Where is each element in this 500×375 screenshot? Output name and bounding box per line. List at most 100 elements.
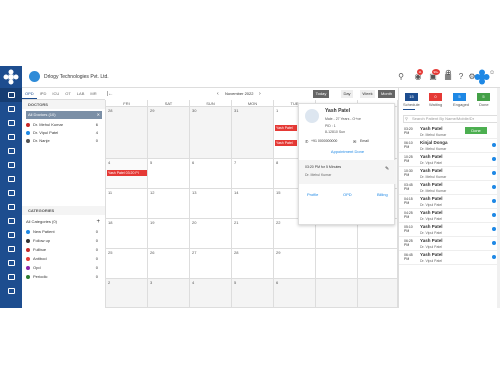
clear-icon[interactable]: ✕ [97, 111, 100, 119]
appointment-row[interactable]: 05:10 PM Yash Patel Dr. Vipul Patel [399, 223, 500, 237]
today-button[interactable]: Today [313, 90, 329, 98]
app-logo[interactable] [0, 66, 22, 88]
category-filter[interactable]: All Categories (0) + [26, 218, 102, 226]
month-view-button[interactable]: Month [378, 90, 395, 98]
nav-lock-icon[interactable] [0, 284, 22, 298]
tab-ot[interactable]: OT [62, 88, 74, 99]
day-cell[interactable]: 5 [232, 279, 274, 308]
day-cell[interactable]: 13 [190, 189, 232, 219]
day-cell[interactable]: 4 [190, 279, 232, 308]
appointment-row[interactable]: 04:25 PM Yash Patel Dr. Vipul Patel [399, 209, 500, 223]
add-appointment-icon[interactable]: ⊕ [445, 68, 452, 77]
day-cell[interactable]: 12 [148, 189, 190, 219]
tab-lab[interactable]: LAB [74, 88, 88, 99]
edit-icon[interactable]: ✎ [385, 166, 389, 172]
nav-patients-icon[interactable] [0, 102, 22, 116]
nav-inventory-icon[interactable] [0, 214, 22, 228]
doctor-item[interactable]: Dr. Vipul Patel 4 [26, 129, 102, 137]
appointment-row[interactable]: 06:10 PM Kinjal Donga Dr. Mehul Kumar [399, 139, 500, 153]
tab-mr[interactable]: MR [87, 88, 99, 99]
info-icon[interactable] [492, 157, 496, 161]
info-icon[interactable] [492, 255, 496, 259]
doctor-filter[interactable]: All Doctors (10) ✕ [26, 111, 102, 119]
day-cell[interactable]: 20 [190, 219, 232, 249]
info-icon[interactable] [492, 143, 496, 147]
day-cell[interactable]: 19 [148, 219, 190, 249]
nav-edit-icon[interactable] [0, 242, 22, 256]
day-cell[interactable]: 31 [232, 107, 274, 159]
opd-link[interactable]: OPD [343, 192, 352, 197]
done-button[interactable]: Done [465, 127, 487, 134]
patient-search-input[interactable]: Search Patient By Name/Mobile/Dr [403, 115, 498, 123]
appointment-row[interactable]: 03:45 PM Yash Patel Dr. Mehul Kumar [399, 181, 500, 195]
nav-users-icon[interactable] [0, 158, 22, 172]
tab-icu[interactable]: ICU [49, 88, 62, 99]
day-cell[interactable]: 30 [190, 107, 232, 159]
schedule-count[interactable]: 15 [405, 93, 418, 101]
search-icon[interactable]: ⚲ [396, 72, 406, 82]
info-icon[interactable] [492, 171, 496, 175]
user-avatar[interactable] [474, 69, 490, 85]
nav-billing-icon[interactable] [0, 172, 22, 186]
profile-link[interactable]: Profile [307, 192, 318, 197]
day-cell[interactable]: 2 [106, 279, 148, 308]
day-cell[interactable]: 28 [106, 107, 148, 159]
day-cell[interactable]: 26 [148, 249, 190, 279]
nav-pharmacy-icon[interactable] [0, 186, 22, 200]
nav-reports-icon[interactable] [0, 144, 22, 158]
prev-month-icon[interactable]: ‹ [217, 88, 219, 100]
info-icon[interactable] [492, 199, 496, 203]
category-item[interactable]: Antibod 0 [26, 255, 102, 263]
collapse-panel-icon[interactable]: |← [107, 88, 113, 100]
billing-link[interactable]: Billing [377, 192, 388, 197]
category-item[interactable]: New Patient 0 [26, 228, 102, 236]
day-cell[interactable] [358, 249, 398, 279]
day-cell[interactable] [316, 249, 358, 279]
event-chip[interactable]: Yash Patel [275, 140, 297, 146]
day-cell[interactable]: 29 [148, 107, 190, 159]
info-icon[interactable] [492, 213, 496, 217]
tab-ipd[interactable]: IPD [37, 88, 50, 99]
appointment-row[interactable]: 10:30 PM Yash Patel Dr. Mehul Kumar [399, 167, 500, 181]
day-cell[interactable]: 11 [106, 189, 148, 219]
doctor-item[interactable]: Dr. Mehul Kumar 6 [26, 121, 102, 129]
engaged-count[interactable]: 5 [453, 93, 466, 101]
add-category-icon[interactable]: + [96, 218, 100, 226]
info-icon[interactable] [492, 185, 496, 189]
day-cell[interactable]: 25 [106, 249, 148, 279]
nav-analytics-icon[interactable] [0, 270, 22, 284]
appointment-row[interactable]: 03:20 PM Yash Patel Dr. Mehul Kumar Done [399, 125, 500, 139]
day-cell[interactable]: 6 [274, 279, 316, 308]
nav-appointments-icon[interactable] [0, 116, 22, 130]
day-cell[interactable] [358, 279, 398, 308]
day-cell[interactable]: 7 [232, 159, 274, 189]
done-count[interactable]: 5 [477, 93, 490, 101]
appointment-row[interactable]: 10:25 PM Yash Patel Dr. Vipul Patel [399, 153, 500, 167]
nav-lab-icon[interactable] [0, 200, 22, 214]
day-cell[interactable]: 6 [190, 159, 232, 189]
add-user-icon[interactable]: ☺ [489, 70, 495, 76]
day-cell[interactable]: 5 [148, 159, 190, 189]
tab-opd[interactable]: OPD [22, 88, 37, 99]
day-cell[interactable]: 28 [232, 249, 274, 279]
help-icon[interactable]: ? [456, 72, 466, 82]
next-month-icon[interactable]: › [259, 88, 261, 100]
day-cell[interactable]: 21 [232, 219, 274, 249]
info-icon[interactable] [492, 241, 496, 245]
day-cell[interactable]: 18 [106, 219, 148, 249]
appointment-row[interactable]: 06:45 PM Yash Patel Dr. Vipul Patel [399, 251, 500, 265]
appointment-row[interactable]: 06:25 PM Yash Patel Dr. Vipul Patel [399, 237, 500, 251]
week-view-button[interactable]: Week [360, 90, 375, 98]
event-chip[interactable]: Yash Patel 03:20 PI [107, 170, 147, 176]
waiting-count[interactable]: 0 [429, 93, 442, 101]
nav-calendar-icon[interactable] [0, 88, 22, 102]
day-cell[interactable]: 29 [274, 249, 316, 279]
nav-documents-icon[interactable] [0, 228, 22, 242]
day-cell[interactable] [316, 279, 358, 308]
category-item[interactable]: Opd 0 [26, 264, 102, 272]
day-cell[interactable]: 3 [148, 279, 190, 308]
day-cell[interactable]: 14 [232, 189, 274, 219]
day-cell[interactable]: 27 [190, 249, 232, 279]
appointment-row[interactable]: 04:15 PM Yash Patel Dr. Vipul Patel [399, 195, 500, 209]
category-item[interactable]: Fullbue 0 [26, 246, 102, 254]
